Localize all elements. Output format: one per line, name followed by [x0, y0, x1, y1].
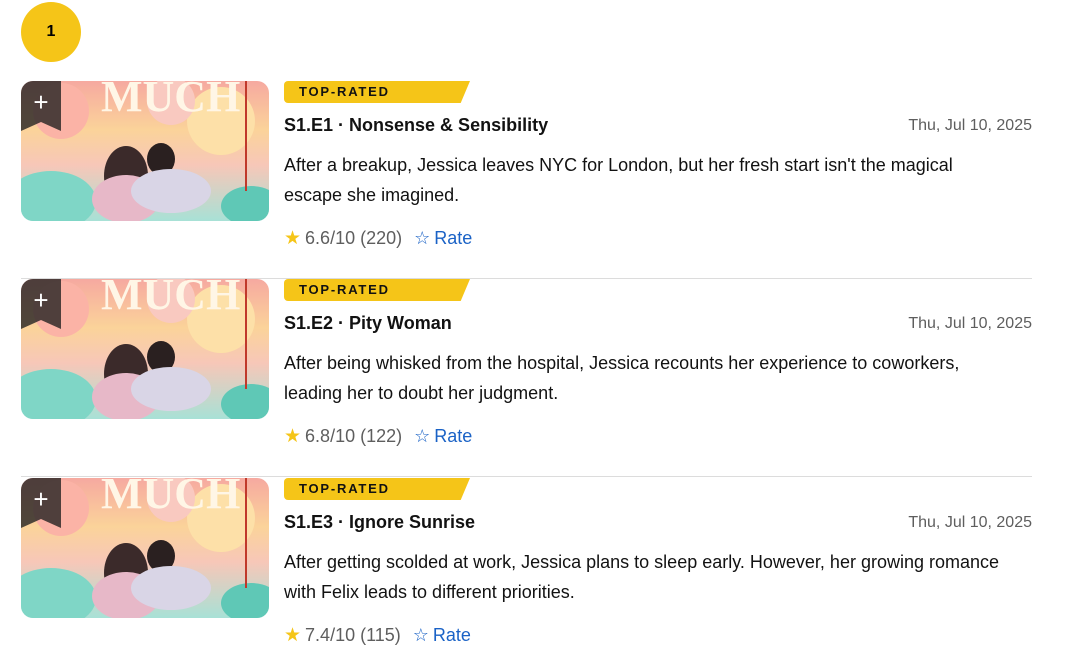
star-outline-icon: ☆ [412, 624, 429, 645]
rate-label: Rate [434, 227, 473, 248]
rating-row: ★ 6.6/10 (220) ☆ Rate [284, 227, 472, 249]
star-outline-icon: ☆ [414, 425, 431, 446]
episode-title[interactable]: S1.E3 · Ignore Sunrise [284, 512, 475, 533]
rating-value: 7.4/10 [305, 624, 356, 645]
episode-item: MUCH + TOP-RATED S1.E3 · Ignore Sunrise … [21, 478, 1032, 670]
vote-count: (220) [360, 227, 403, 248]
episode-title[interactable]: S1.E1 · Nonsense & Sensibility [284, 115, 548, 136]
rate-label: Rate [432, 624, 471, 645]
episode-item: MUCH + TOP-RATED S1.E2 · Pity Woman Thu,… [21, 279, 1032, 477]
star-outline-icon: ☆ [414, 227, 431, 248]
poster-title-text: MUCH [101, 279, 240, 319]
rate-button[interactable]: ☆ Rate [414, 426, 472, 447]
rating-value: 6.6/10 [305, 227, 356, 248]
top-rated-tag: TOP-RATED [284, 81, 470, 103]
top-rated-tag: TOP-RATED [284, 478, 470, 500]
rating-row: ★ 6.8/10 (122) ☆ Rate [284, 425, 472, 447]
vote-count: (122) [360, 425, 403, 446]
star-filled-icon: ★ [284, 624, 302, 646]
rating-row: ★ 7.4/10 (115) ☆ Rate [284, 624, 471, 646]
poster-title-text: MUCH [101, 81, 240, 121]
rating-value: 6.8/10 [305, 425, 356, 446]
top-rated-tag: TOP-RATED [284, 279, 470, 301]
episode-title[interactable]: S1.E2 · Pity Woman [284, 313, 452, 334]
episode-thumbnail[interactable]: MUCH + [21, 279, 269, 419]
episode-air-date: Thu, Jul 10, 2025 [908, 117, 1032, 134]
episode-thumbnail[interactable]: MUCH + [21, 81, 269, 221]
episode-description: After being whisked from the hospital, J… [284, 353, 960, 403]
rate-button[interactable]: ☆ Rate [413, 625, 471, 646]
episode-air-date: Thu, Jul 10, 2025 [908, 315, 1032, 332]
poster-title-text: MUCH [101, 478, 240, 518]
star-filled-icon: ★ [284, 425, 302, 447]
star-filled-icon: ★ [284, 227, 302, 249]
vote-count: (115) [360, 624, 401, 645]
season-number-badge[interactable]: 1 [21, 2, 81, 62]
episode-item: MUCH + TOP-RATED S1.E1 · Nonsense & Sens… [21, 81, 1032, 279]
rate-label: Rate [434, 425, 473, 446]
episode-description: After getting scolded at work, Jessica p… [284, 552, 1000, 602]
rate-button[interactable]: ☆ Rate [414, 228, 472, 249]
episode-thumbnail[interactable]: MUCH + [21, 478, 269, 618]
episode-air-date: Thu, Jul 10, 2025 [908, 514, 1032, 531]
episode-description: After a breakup, Jessica leaves NYC for … [284, 155, 953, 205]
